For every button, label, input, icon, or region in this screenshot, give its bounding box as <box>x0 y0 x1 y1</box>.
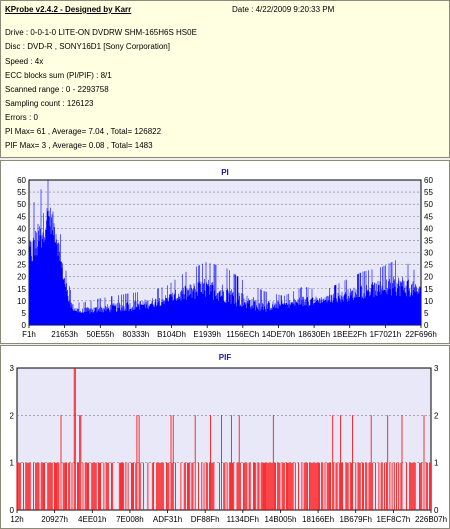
pif-xtick-label: 1EF8C7h <box>376 515 410 524</box>
pif-ytick-right-label: 2 <box>434 411 439 420</box>
info-panel: KProbe v2.4.2 - Designed by Karr Date : … <box>0 0 450 158</box>
pi-xtick-label: 50E55h <box>86 330 114 339</box>
pi-ytick-right-label: 0 <box>424 321 429 330</box>
pi-chart: 0 05 510 1015 1520 2025 2530 3035 3540 4045 4550 50… <box>17 176 437 339</box>
pi-ytick-left-label: 45 <box>17 212 26 221</box>
pi-xtick-label: 1F7021h <box>370 330 402 339</box>
pi-summary: PI Max= 61 , Average= 7.04 , Total= 1268… <box>5 127 162 136</box>
pif-ytick-left-label: 0 <box>10 506 15 515</box>
pi-xtick-label: F1h <box>22 330 36 339</box>
pi-xtick-label: 1BEE2Fh <box>333 330 367 339</box>
pif-ytick-right-label: 3 <box>434 364 439 373</box>
app-title: KProbe v2.4.2 - Designed by Karr <box>5 5 132 14</box>
range-info: Scanned range : 0 - 2293758 <box>5 85 109 94</box>
pif-xtick-label: 20927h <box>41 515 68 524</box>
pi-ytick-right-label: 30 <box>424 249 433 258</box>
pi-ytick-left-label: 35 <box>17 236 26 245</box>
pif-xtick-label: 4EE01h <box>78 515 106 524</box>
pi-ytick-left-label: 30 <box>17 249 26 258</box>
disc-info: Disc : DVD-R , SONY16D1 [Sony Corporatio… <box>5 42 170 51</box>
sampling-info: Sampling count : 126123 <box>5 99 94 108</box>
pif-xtick-label: 1B679Fh <box>339 515 371 524</box>
speed-info: Speed : 4x <box>5 57 44 66</box>
pif-ytick-left-label: 1 <box>10 459 15 468</box>
pi-xtick-label: 80333h <box>123 330 150 339</box>
pif-ytick-left-label: 3 <box>10 364 15 373</box>
pif-ytick-right-label: 0 <box>434 506 439 515</box>
pi-xtick-label: E1939h <box>193 330 221 339</box>
pif-xtick-label: DF88Fh <box>191 515 220 524</box>
pi-ytick-left-label: 20 <box>17 273 26 282</box>
pi-ytick-right-label: 55 <box>424 188 433 197</box>
pi-ytick-left-label: 25 <box>17 261 26 270</box>
pi-ytick-left-label: 10 <box>17 297 26 306</box>
pi-ytick-right-label: 40 <box>424 224 433 233</box>
pi-ytick-left-label: 50 <box>17 200 26 209</box>
pif-ytick-left-label: 2 <box>10 411 15 420</box>
pi-ytick-right-label: 45 <box>424 212 433 221</box>
pif-xtick-label: 12h <box>10 515 23 524</box>
pi-ytick-left-label: 15 <box>17 285 26 294</box>
pif-ytick-right-label: 1 <box>434 459 439 468</box>
pi-xtick-label: 22F696h <box>405 330 437 339</box>
pi-ytick-left-label: 60 <box>17 176 26 185</box>
scan-date: Date : 4/22/2009 9:20:33 PM <box>232 5 335 14</box>
pi-xtick-label: 1156ECh <box>226 330 259 339</box>
pif-xtick-label: 1134DFh <box>227 515 259 524</box>
pi-ytick-right-label: 50 <box>424 200 433 209</box>
pi-ytick-left-label: 55 <box>17 188 26 197</box>
pi-xtick-label: 14DE70h <box>262 330 295 339</box>
pi-xtick-label: B104Dh <box>157 330 186 339</box>
pif-chart-panel: PIF 0 0 1 1 2 2 3 3 12h 20927h 4EE01h 7E008h ADF31h D… <box>0 345 450 529</box>
pi-xtick-label: 18630Eh <box>298 330 330 339</box>
pi-ytick-right-label: 10 <box>424 297 433 306</box>
pi-ytick-right-label: 25 <box>424 261 433 270</box>
pi-chart-panel: PI 0 0 5 5 10 10 15 15 20 20 25 25 30 30 35 35 40 40 45 45 5… <box>0 160 450 344</box>
pif-summary: PIF Max= 3 , Average= 0.08 , Total= 1483 <box>5 141 153 150</box>
pi-ytick-left-label: 5 <box>22 309 27 318</box>
ecc-info: ECC blocks sum (PI/PIF) : 8/1 <box>5 71 112 80</box>
pif-xtick-label: 226B07h <box>415 515 447 524</box>
drive-info: Drive : 0-0-1-0 LITE-ON DVDRW SHM-165H6S… <box>5 28 197 37</box>
pif-xtick-label: 7E008h <box>116 515 144 524</box>
pif-xtick-label: ADF31h <box>153 515 182 524</box>
pi-ytick-right-label: 35 <box>424 236 433 245</box>
pi-ytick-right-label: 60 <box>424 176 433 185</box>
pif-xtick-label: 14B005h <box>264 515 296 524</box>
pi-ytick-left-label: 40 <box>17 224 26 233</box>
errors-info: Errors : 0 <box>5 113 38 122</box>
pif-chart: 0 0 1 1 2 2 3 3 12h 20927h 4EE01h 7E008h ADF31h DF88F… <box>10 364 447 524</box>
pif-xtick-label: 18166Eh <box>302 515 334 524</box>
pi-ytick-left-label: 0 <box>22 321 27 330</box>
pi-ytick-right-label: 20 <box>424 273 433 282</box>
pi-xtick-label: 21653h <box>51 330 78 339</box>
pi-ytick-right-label: 5 <box>424 309 429 318</box>
pi-ytick-right-label: 15 <box>424 285 433 294</box>
